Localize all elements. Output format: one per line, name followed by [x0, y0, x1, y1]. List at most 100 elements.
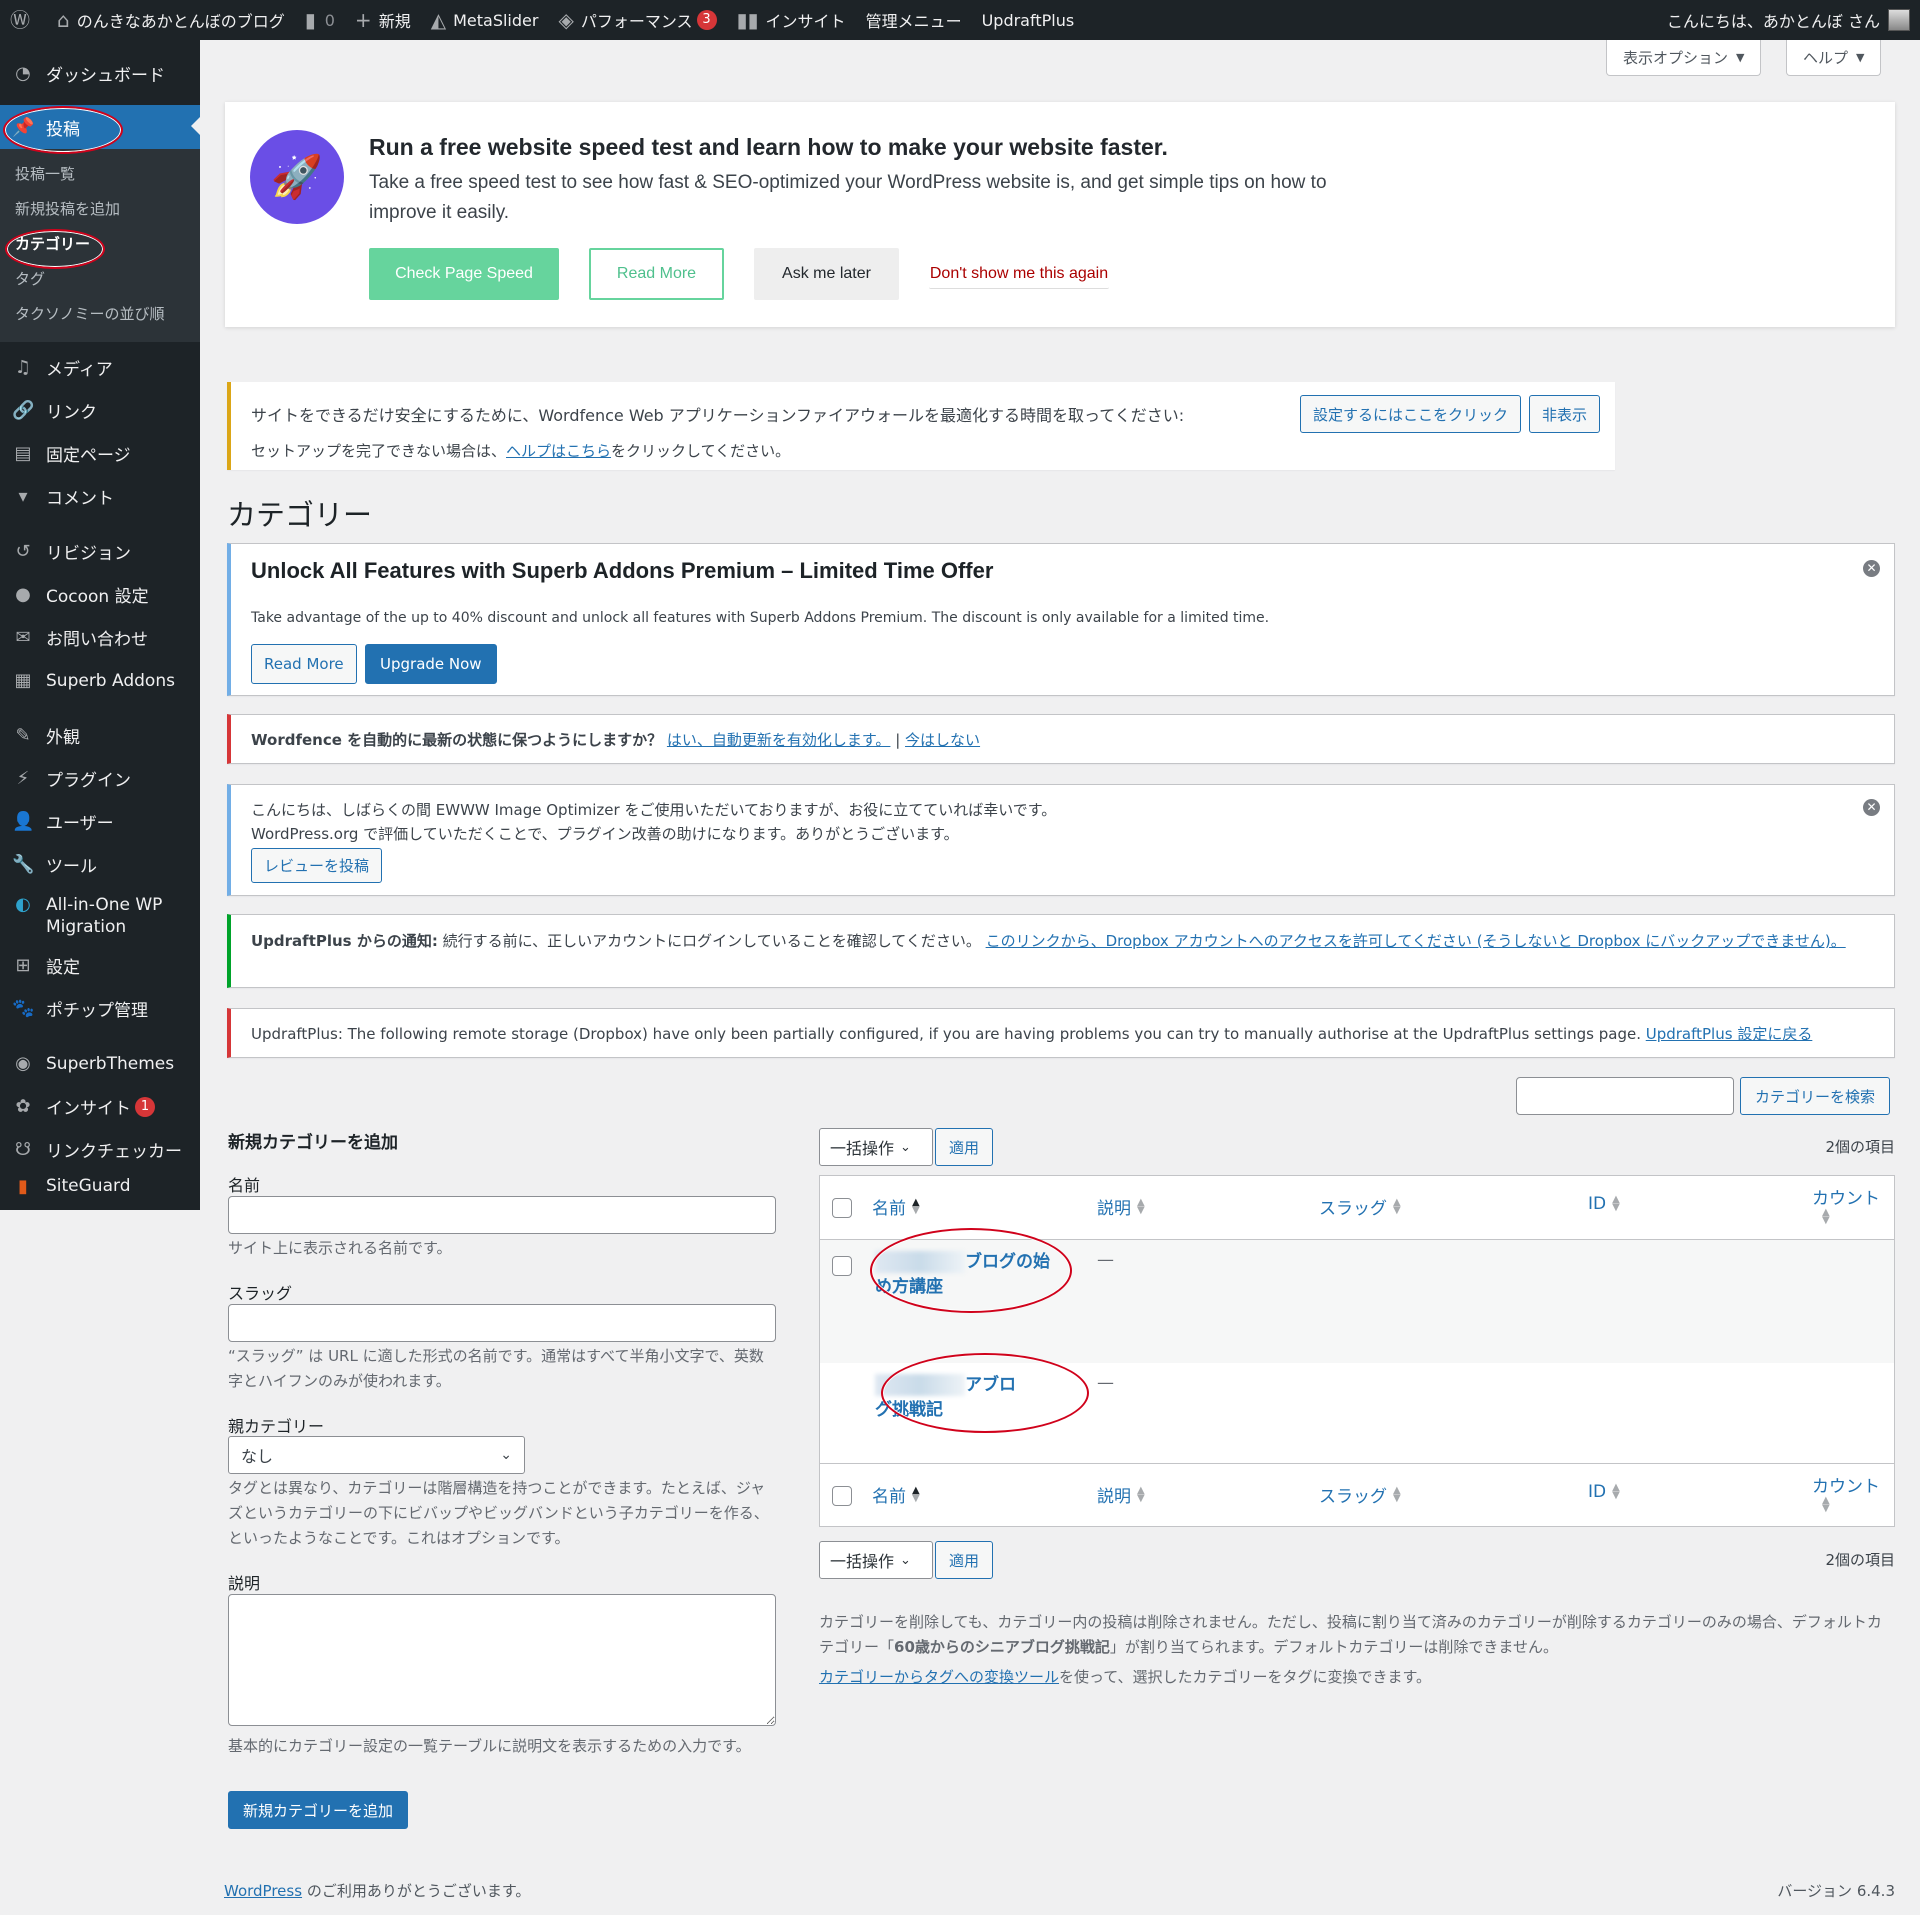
my-account-menu[interactable]: こんにちは、あかとんぼ さん [1657, 0, 1920, 40]
column-description[interactable]: 説明 ▲ ▼ [1097, 1194, 1145, 1219]
superb-read-more-button[interactable]: Read More [251, 644, 357, 684]
link-icon: 🔗 [12, 400, 35, 421]
dropbox-authorize-link[interactable]: このリンクから、Dropbox アカウントへのアクセスを許可してください (そう… [986, 932, 1846, 950]
sidebar-item-dashboard[interactable]: ◔ ダッシュボード [0, 52, 200, 95]
wp-logo-menu[interactable]: Ⓦ [0, 0, 47, 40]
sidebar-item-settings[interactable]: ⊞ 設定 [0, 944, 200, 987]
row-checkbox[interactable] [832, 1256, 852, 1276]
sidebar-item-siteguard[interactable]: ▮ SiteGuard [0, 1171, 200, 1201]
sidebar-item-insight[interactable]: ✿ インサイト 1 [0, 1085, 200, 1128]
converter-note: カテゴリーからタグへの変換ツールを使って、選択したカテゴリーをタグに変換できます… [819, 1668, 1432, 1686]
select-all-checkbox[interactable] [832, 1198, 852, 1218]
not-now-link[interactable]: 今はしない [905, 731, 980, 749]
column-slug-footer[interactable]: スラッグ ▲ ▼ [1319, 1482, 1401, 1507]
sidebar-item-comments[interactable]: ▾ コメント [0, 475, 200, 518]
updraftplus-menu[interactable]: UpdraftPlus [972, 0, 1085, 40]
comments-menu[interactable]: ▮ 0 [295, 0, 345, 40]
apply-button-top[interactable]: 適用 [935, 1128, 993, 1166]
close-icon[interactable]: ✕ [1863, 560, 1880, 577]
sort-icon: ▲ ▼ [1137, 1484, 1145, 1504]
category-name-link[interactable]: ブログの始 め方講座 [875, 1250, 1065, 1300]
close-icon[interactable]: ✕ [1863, 799, 1880, 816]
wordfence-hide-button[interactable]: 非表示 [1529, 395, 1601, 433]
sort-icon: ▲ ▼ [1612, 1482, 1620, 1501]
insight-badge: 1 [135, 1096, 155, 1117]
superb-upgrade-button[interactable]: Upgrade Now [365, 644, 497, 684]
submenu-taxonomy-order[interactable]: タクソノミーの並び順 [0, 297, 200, 332]
ewww-review-notice: こんにちは、しばらくの間 EWWW Image Optimizer をご使用いた… [227, 784, 1895, 896]
cocoon-icon: ● [15, 584, 31, 605]
screen-options-button[interactable]: 表示オプション ▼ [1606, 40, 1762, 76]
sidebar-item-revisions[interactable]: ↺ リビジョン [0, 530, 200, 573]
column-count[interactable]: カウント ▲ ▼ [1812, 1184, 1880, 1226]
name-help: サイト上に表示される名前です。 [228, 1239, 452, 1257]
sidebar-item-link-checker[interactable]: ☋ リンクチェッカー [0, 1128, 200, 1171]
column-description-footer[interactable]: 説明 ▲ ▼ [1097, 1482, 1145, 1507]
updraftplus-settings-link[interactable]: UpdraftPlus 設定に戻る [1646, 1025, 1813, 1043]
submenu-tags[interactable]: タグ [0, 262, 200, 297]
sidebar-item-appearance[interactable]: ✎ 外観 [0, 714, 200, 757]
chevron-down-icon: ⌄ [900, 1139, 911, 1155]
column-slug[interactable]: スラッグ ▲ ▼ [1319, 1194, 1401, 1219]
sidebar-item-users[interactable]: 👤 ユーザー [0, 800, 200, 843]
sidebar-item-contact[interactable]: ✉ お問い合わせ [0, 616, 200, 659]
metaslider-menu[interactable]: ◭ MetaSlider [421, 0, 549, 40]
apply-button-bottom[interactable]: 適用 [935, 1541, 993, 1579]
table-footer-header: 名前 ▲ ▼ 説明 ▲ ▼ スラッグ ▲ ▼ ID ▲ ▼ カウント ▲ ▼ [820, 1463, 1894, 1527]
performance-menu[interactable]: ◈ パフォーマンス 3 [548, 0, 726, 40]
slug-label: スラッグ [228, 1284, 293, 1303]
sidebar-item-posts[interactable]: 📌 投稿 [0, 105, 200, 149]
column-id[interactable]: ID ▲ ▼ [1588, 1194, 1620, 1214]
sidebar-item-aio-migration[interactable]: ◐ All-in-One WP Migration [0, 886, 200, 944]
category-name-link[interactable]: アブロ グ挑戦記 [875, 1373, 1065, 1423]
category-search-input[interactable] [1516, 1077, 1734, 1115]
sidebar-item-pochipp[interactable]: 🐾 ポチップ管理 [0, 987, 200, 1030]
insight-menu[interactable]: ▮▮ インサイト [727, 0, 856, 40]
submenu-categories[interactable]: カテゴリー [0, 227, 200, 262]
admin-menu-link[interactable]: 管理メニュー [856, 0, 972, 40]
submenu-all-posts[interactable]: 投稿一覧 [0, 157, 200, 192]
category-slug-input[interactable] [228, 1304, 776, 1342]
category-name-input[interactable] [228, 1196, 776, 1234]
column-name-footer[interactable]: 名前 ▲ ▼ [872, 1482, 920, 1507]
sort-icon: ▲ ▼ [1393, 1484, 1401, 1504]
post-review-button[interactable]: レビューを投稿 [251, 848, 383, 883]
wordfence-help-link[interactable]: ヘルプはこちら [506, 442, 611, 460]
migration-icon: ◐ [15, 894, 31, 915]
sidebar-item-cocoon[interactable]: ● Cocoon 設定 [0, 573, 200, 616]
enable-autoupdate-link[interactable]: はい、自動更新を有効化します。 [667, 731, 891, 749]
sidebar-item-superb-addons[interactable]: ▦ Superb Addons [0, 659, 200, 702]
wordpress-link[interactable]: WordPress [224, 1882, 302, 1900]
sort-icon: ▲ ▼ [1822, 1207, 1830, 1226]
speed-read-more-button[interactable]: Read More [589, 248, 724, 300]
submenu-add-new-post[interactable]: 新規投稿を追加 [0, 192, 200, 227]
sidebar-item-links[interactable]: 🔗 リンク [0, 389, 200, 432]
sidebar-item-plugins[interactable]: ⚡ プラグイン [0, 757, 200, 800]
search-categories-button[interactable]: カテゴリーを検索 [1740, 1077, 1890, 1115]
bulk-action-select-top[interactable]: 一括操作 ⌄ [819, 1128, 933, 1166]
check-page-speed-button[interactable]: Check Page Speed [369, 248, 559, 300]
name-label: 名前 [228, 1176, 261, 1195]
sidebar-item-pages[interactable]: ▤ 固定ページ [0, 432, 200, 475]
column-count-footer[interactable]: カウント ▲ ▼ [1812, 1472, 1880, 1514]
column-name[interactable]: 名前 ▲ ▼ [872, 1194, 920, 1219]
add-new-category-button[interactable]: 新規カテゴリーを追加 [228, 1791, 409, 1829]
select-all-checkbox-bottom[interactable] [832, 1486, 852, 1506]
caret-down-icon: ▼ [1856, 51, 1865, 64]
sidebar-item-superbthemes[interactable]: ◉ SuperbThemes [0, 1042, 200, 1085]
category-description-textarea[interactable] [228, 1594, 776, 1726]
wordfence-configure-button[interactable]: 設定するにはここをクリック [1300, 395, 1522, 433]
bulk-action-select-bottom[interactable]: 一括操作 ⌄ [819, 1541, 933, 1579]
category-tag-converter-link[interactable]: カテゴリーからタグへの変換ツール [819, 1668, 1059, 1686]
help-button[interactable]: ヘルプ ▼ [1786, 40, 1882, 76]
sidebar-item-media[interactable]: ♫ メディア [0, 346, 200, 389]
new-content-menu[interactable]: + 新規 [345, 0, 421, 40]
column-id-footer[interactable]: ID ▲ ▼ [1588, 1482, 1620, 1502]
category-description: — [1097, 1373, 1114, 1393]
site-name-menu[interactable]: ⌂ のんきなあかとんぼのブログ [47, 0, 295, 40]
parent-category-select[interactable]: なし ⌄ [228, 1436, 525, 1474]
description-help: 基本的にカテゴリー設定の一覧テーブルに説明文を表示するための入力です。 [228, 1737, 751, 1755]
ask-me-later-button[interactable]: Ask me later [754, 248, 899, 300]
dont-show-again-link[interactable]: Don't show me this again [929, 259, 1109, 289]
sidebar-item-tools[interactable]: 🔧 ツール [0, 843, 200, 886]
